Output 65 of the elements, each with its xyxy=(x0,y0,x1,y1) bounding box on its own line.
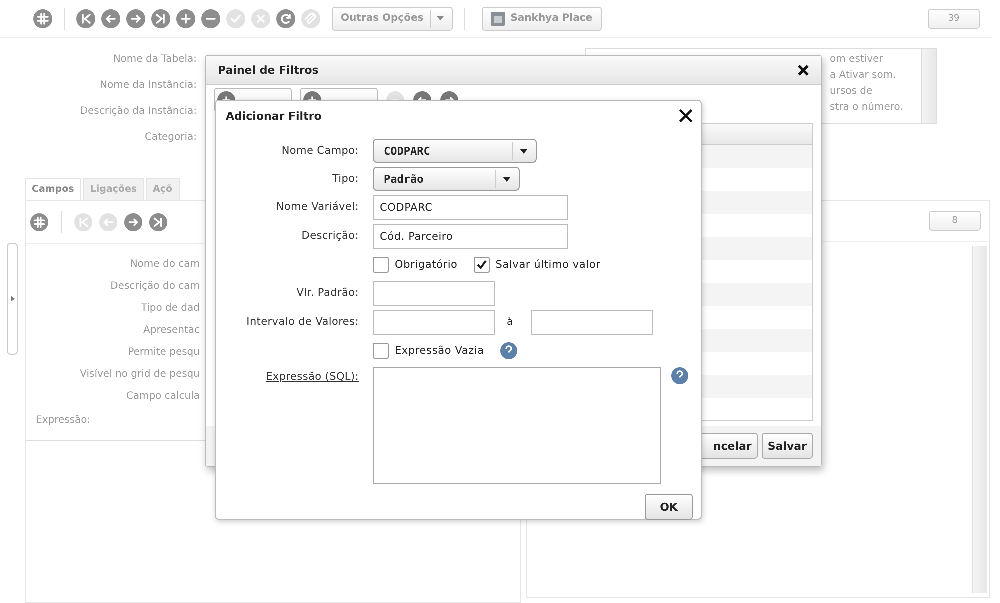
scrollbar[interactable] xyxy=(921,49,936,123)
notes-text: stra o número. xyxy=(830,101,904,115)
checkbox[interactable] xyxy=(474,257,490,273)
dialog-title: Painel de Filtros xyxy=(218,64,319,76)
field-label: Tipo de dad xyxy=(141,302,200,316)
last-icon[interactable] xyxy=(149,212,168,232)
input-field[interactable] xyxy=(373,281,495,306)
sql-expression-link[interactable]: Expressão (SQL): xyxy=(216,367,359,387)
close-icon[interactable] xyxy=(798,64,809,76)
last-icon[interactable] xyxy=(151,8,171,28)
field-label: Nome Campo: xyxy=(280,144,359,159)
input-field[interactable]: Cód. Parceiro xyxy=(373,224,568,249)
refresh-icon[interactable] xyxy=(276,8,296,28)
close-icon[interactable] xyxy=(679,109,693,123)
field-label: Tipo: xyxy=(331,172,359,187)
field-label: Vlr. Padrão: xyxy=(296,286,359,301)
caret-icon xyxy=(503,176,511,182)
field-label: Permite pesqu xyxy=(128,346,200,360)
dialog-button[interactable]: Salvar xyxy=(762,433,813,459)
field-label: Apresentac xyxy=(144,324,200,338)
field-label: Nome da Tabela: xyxy=(113,53,197,67)
range-separator: à xyxy=(507,317,514,328)
store-icon xyxy=(490,12,505,26)
scrollbar[interactable] xyxy=(972,246,987,593)
caret-icon xyxy=(436,16,444,21)
checkbox-label: Expressão Vazia xyxy=(395,345,484,357)
field-label: Descrição: xyxy=(300,229,359,244)
checkbox-label: Obrigatório xyxy=(395,259,458,271)
field-label: Campo calcula xyxy=(126,390,200,404)
field-label: Descrição do cam xyxy=(110,280,200,294)
field-label: Visível no grid de pesqu xyxy=(80,368,200,382)
checkbox[interactable] xyxy=(373,343,389,359)
first-icon[interactable] xyxy=(76,8,96,28)
dialog-title: Adicionar Filtro xyxy=(226,110,322,122)
record-count: 8 xyxy=(929,211,981,231)
notes-text: om estiver xyxy=(830,53,884,67)
minus-icon[interactable] xyxy=(201,8,221,28)
field-label: Nome do cam xyxy=(130,258,200,272)
grid-icon[interactable] xyxy=(30,212,49,232)
grid-icon[interactable] xyxy=(33,8,53,28)
help-icon[interactable] xyxy=(671,367,689,385)
checkbox[interactable] xyxy=(373,257,389,273)
field-label: Descrição da Instância: xyxy=(80,105,197,119)
help-icon[interactable] xyxy=(500,342,518,360)
select-dropdown[interactable]: Padrão xyxy=(373,167,520,191)
input-field[interactable] xyxy=(373,310,495,335)
input-field[interactable]: CODPARC xyxy=(373,195,568,220)
ok-button[interactable]: OK xyxy=(645,494,693,520)
field-label: Nome da Instância: xyxy=(100,79,197,93)
caret-icon xyxy=(520,148,528,154)
input-field[interactable] xyxy=(531,310,654,335)
field-label: Categoria: xyxy=(144,131,197,145)
record-count: 39 xyxy=(928,8,980,28)
collapse-handle[interactable] xyxy=(7,243,18,355)
field-label: Intervalo de Valores: xyxy=(246,315,359,330)
field-label: Nome Variável: xyxy=(275,200,359,215)
expression-label: Expressão: xyxy=(36,414,92,428)
notes-text: ursos de xyxy=(830,85,874,99)
checkbox-label: Salvar último valor xyxy=(496,259,601,271)
sql-textarea[interactable] xyxy=(373,367,661,484)
select-dropdown[interactable]: CODPARC xyxy=(373,139,537,163)
caret-icon xyxy=(10,296,14,302)
plus-icon[interactable] xyxy=(176,8,196,28)
notes-text: a Ativar som. xyxy=(830,69,898,83)
tab[interactable]: Campos xyxy=(25,178,82,200)
